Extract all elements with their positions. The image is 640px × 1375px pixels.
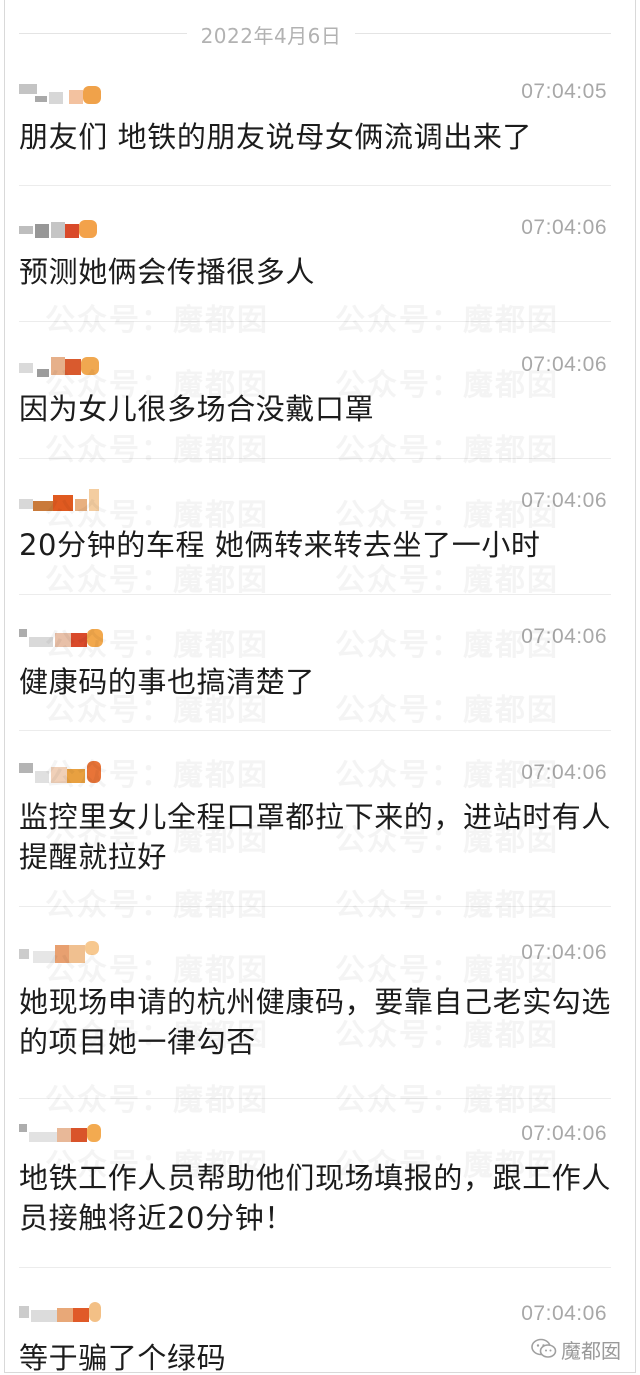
sender-name-blurred (19, 218, 109, 240)
message-separator (19, 1098, 611, 1099)
account-name: 魔都囡 (561, 1338, 621, 1363)
chat-message[interactable]: 07:04:06 地铁工作人员帮助他们现场填报的，跟工作人员接触将近20分钟！ (5, 1122, 635, 1268)
message-time: 07:04:06 (521, 1122, 607, 1145)
message-time: 07:04:05 (521, 80, 607, 103)
message-text: 20分钟的车程 她俩转来转去坐了一小时 (19, 528, 541, 562)
message-separator (19, 594, 611, 595)
chat-message[interactable]: 07:04:06 因为女儿很多场合没戴口罩 (5, 353, 635, 459)
message-text: 地铁工作人员帮助他们现场填报的，跟工作人员接触将近20分钟！ (19, 1161, 612, 1235)
date-label: 2022年4月6日 (200, 24, 342, 48)
sender-name-blurred (19, 761, 109, 783)
message-separator (19, 1267, 611, 1268)
message-separator (19, 321, 611, 322)
message-time: 07:04:06 (521, 761, 607, 784)
message-text: 预测她俩会传播很多人 (19, 255, 316, 289)
message-separator (19, 730, 611, 731)
sender-name-blurred (19, 355, 109, 377)
chat-message[interactable]: 07:04:06 她现场申请的杭州健康码，要靠自己老实勾选的项目她一律勾否 (5, 941, 635, 1099)
chat-log-panel: 2022年4月6日 07:04:05 朋友们 地铁的朋友说母女俩流调出来了 07… (4, 0, 636, 1373)
sender-name-blurred (19, 1302, 109, 1324)
message-separator (19, 185, 611, 186)
sender-name-blurred (19, 1122, 109, 1144)
message-text: 因为女儿很多场合没戴口罩 (19, 392, 375, 426)
sender-name-blurred (19, 941, 109, 963)
date-divider: 2022年4月6日 (5, 14, 635, 52)
message-time: 07:04:06 (521, 489, 607, 512)
message-time: 07:04:06 (521, 216, 607, 239)
message-text: 等于骗了个绿码 (19, 1341, 227, 1373)
message-separator (19, 458, 611, 459)
sender-name-blurred (19, 627, 109, 649)
chat-message[interactable]: 07:04:06 健康码的事也搞清楚了 (5, 625, 635, 731)
message-time: 07:04:06 (521, 941, 607, 964)
sender-name-blurred (19, 82, 109, 104)
message-time: 07:04:06 (521, 353, 607, 376)
chat-message[interactable]: 07:04:06 预测她俩会传播很多人 (5, 216, 635, 322)
message-time: 07:04:06 (521, 625, 607, 648)
message-text: 监控里女儿全程口罩都拉下来的，进站时有人提醒就拉好 (19, 800, 612, 874)
message-text: 健康码的事也搞清楚了 (19, 665, 316, 699)
account-watermark: 魔都囡 (531, 1334, 621, 1364)
chat-message[interactable]: 07:04:06 20分钟的车程 她俩转来转去坐了一小时 (5, 489, 635, 595)
sender-name-blurred (19, 489, 109, 511)
chat-message[interactable]: 07:04:05 朋友们 地铁的朋友说母女俩流调出来了 (5, 80, 635, 186)
message-time: 07:04:06 (521, 1302, 607, 1325)
chat-message[interactable]: 07:04:06 监控里女儿全程口罩都拉下来的，进站时有人提醒就拉好 (5, 761, 635, 907)
message-text: 朋友们 地铁的朋友说母女俩流调出来了 (19, 120, 533, 154)
divider-line (19, 33, 187, 34)
message-separator (19, 906, 611, 907)
message-text: 她现场申请的杭州健康码，要靠自己老实勾选的项目她一律勾否 (19, 985, 612, 1059)
wechat-icon (531, 1338, 557, 1360)
divider-line (355, 33, 611, 34)
